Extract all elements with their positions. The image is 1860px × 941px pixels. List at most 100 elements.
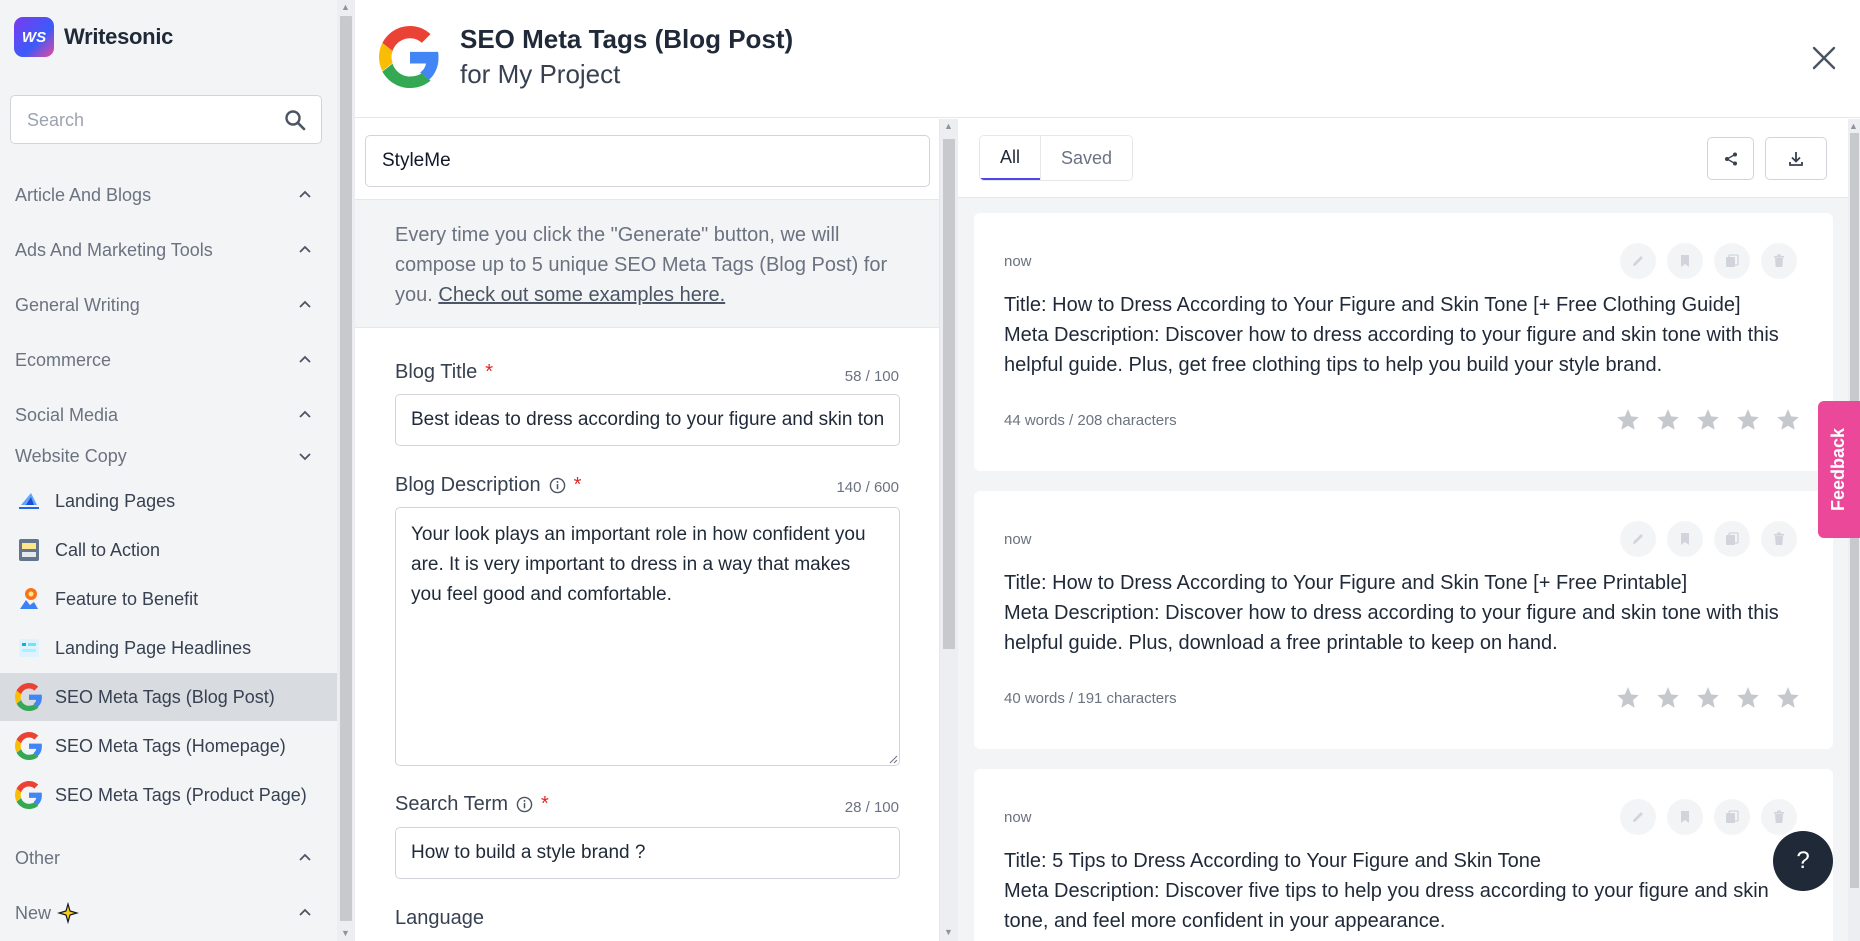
save-button[interactable] [1667, 243, 1703, 279]
category-ads-and-marketing-tools[interactable]: Ads And Marketing Tools [0, 230, 337, 270]
save-button[interactable] [1667, 799, 1703, 835]
star-icon[interactable] [1775, 685, 1801, 711]
bookmark-icon [1681, 811, 1689, 823]
sidebar-item-seo-meta-tags-product-page[interactable]: SEO Meta Tags (Product Page) [0, 771, 337, 819]
delete-button[interactable] [1761, 243, 1797, 279]
close-icon[interactable] [1810, 44, 1838, 72]
star-icon[interactable] [1655, 407, 1681, 433]
info-icon[interactable] [516, 796, 533, 813]
star-icon[interactable] [1735, 685, 1761, 711]
category-general-writing[interactable]: General Writing [0, 285, 337, 325]
delete-button[interactable] [1761, 521, 1797, 557]
star-icon[interactable] [1775, 407, 1801, 433]
app-logo[interactable]: WS Writesonic [14, 17, 173, 57]
scroll-up-arrow-icon[interactable]: ▲ [341, 2, 350, 12]
scroll-up-arrow-icon[interactable]: ▲ [944, 121, 953, 131]
star-icon[interactable] [1615, 407, 1641, 433]
sidebar-item-seo-meta-tags-homepage[interactable]: SEO Meta Tags (Homepage) [0, 722, 337, 770]
project-name-input[interactable] [365, 135, 930, 187]
form-scrollbar-thumb[interactable] [943, 139, 955, 649]
tab-saved[interactable]: Saved [1040, 136, 1133, 180]
field-label: Blog Description [395, 474, 541, 496]
results-tabs: All Saved [979, 135, 1134, 181]
star-icon[interactable] [1735, 407, 1761, 433]
scroll-down-arrow-icon[interactable]: ▼ [944, 927, 953, 937]
copy-icon [1726, 254, 1739, 267]
sparkle-icon [57, 902, 80, 924]
google-icon [15, 781, 43, 809]
save-button[interactable] [1667, 521, 1703, 557]
result-text[interactable]: Title: How to Dress According to Your Fi… [1004, 290, 1814, 380]
share-button[interactable] [1707, 137, 1754, 180]
category-other[interactable]: Other [0, 838, 337, 878]
trash-icon [1774, 254, 1784, 267]
category-social-media[interactable]: Social Media [0, 395, 337, 435]
language-label: Language [395, 907, 484, 930]
category-label: Ecommerce [15, 349, 112, 370]
copy-button[interactable] [1714, 243, 1750, 279]
landing-page-headlines-icon [15, 634, 43, 662]
field-label: Search Term [395, 793, 509, 815]
intro-text: Every time you click the "Generate" butt… [355, 199, 939, 328]
trash-icon [1774, 810, 1784, 823]
share-icon [1724, 152, 1737, 165]
blog-title-input[interactable] [395, 394, 900, 446]
edit-button[interactable] [1620, 799, 1656, 835]
star-icon[interactable] [1695, 685, 1721, 711]
category-new[interactable]: New [0, 893, 337, 933]
search-term-label: Search Term * [395, 793, 549, 816]
edit-button[interactable] [1620, 521, 1656, 557]
result-text[interactable]: Title: How to Dress According to Your Fi… [1004, 568, 1814, 658]
category-label: Ads And Marketing Tools [15, 239, 213, 260]
copy-button[interactable] [1714, 799, 1750, 835]
rating-stars [1601, 685, 1801, 711]
sidebar-scrollbar-thumb[interactable] [340, 16, 352, 921]
category-website-copy[interactable]: Website Copy [0, 436, 337, 476]
field-label: Language [395, 907, 484, 929]
scroll-up-arrow-icon[interactable]: ▲ [1849, 121, 1858, 131]
sidebar-scrollbar[interactable]: ▲ ▼ [337, 0, 355, 941]
delete-button[interactable] [1761, 799, 1797, 835]
pencil-icon [1633, 534, 1643, 544]
search-term-input[interactable] [395, 827, 900, 879]
bookmark-icon [1681, 255, 1689, 267]
sidebar-item-feature-to-benefit[interactable]: Feature to Benefit [0, 575, 337, 623]
sidebar-item-call-to-action[interactable]: Call to Action [0, 526, 337, 574]
copy-button[interactable] [1714, 521, 1750, 557]
scroll-down-arrow-icon[interactable]: ▼ [341, 928, 350, 938]
sidebar-item-landing-pages[interactable]: Landing Pages [0, 477, 337, 525]
result-stats: 40 words / 191 characters [1004, 690, 1177, 707]
result-card: now Title: How to Dress According to You… [974, 491, 1833, 749]
blog-description-textarea[interactable]: Your look plays an important role in how… [395, 507, 900, 766]
chevron-up-icon [299, 410, 311, 418]
trash-icon [1774, 532, 1784, 545]
result-actions [1609, 521, 1797, 557]
category-ecommerce[interactable]: Ecommerce [0, 340, 337, 380]
category-label: General Writing [15, 294, 140, 315]
category-article-and-blogs[interactable]: Article And Blogs [0, 175, 337, 215]
download-button[interactable] [1765, 137, 1827, 180]
form-scrollbar[interactable]: ▲ ▼ [940, 119, 958, 941]
writesonic-logo-icon: WS [14, 17, 54, 57]
result-actions [1609, 243, 1797, 279]
star-icon[interactable] [1615, 685, 1641, 711]
star-icon[interactable] [1695, 407, 1721, 433]
edit-button[interactable] [1620, 243, 1656, 279]
info-icon[interactable] [549, 477, 566, 494]
help-button[interactable]: ? [1773, 831, 1833, 891]
tab-all[interactable]: All [980, 136, 1041, 180]
examples-link[interactable]: Check out some examples here. [438, 284, 725, 306]
result-text[interactable]: Title: 5 Tips to Dress According to Your… [1004, 846, 1814, 936]
pencil-icon [1633, 256, 1643, 266]
sidebar-item-seo-meta-tags-blog-post[interactable]: SEO Meta Tags (Blog Post) [0, 673, 337, 721]
search-icon[interactable] [283, 108, 307, 132]
search-input[interactable] [27, 109, 267, 131]
resize-grip-icon[interactable] [888, 754, 898, 764]
sidebar-item-landing-page-headlines[interactable]: Landing Page Headlines [0, 624, 337, 672]
blog-title-label: Blog Title * [395, 361, 493, 384]
category-label: Website Copy [15, 445, 127, 466]
chevron-up-icon [299, 300, 311, 308]
star-icon[interactable] [1655, 685, 1681, 711]
sidebar-item-label: Landing Page Headlines [55, 637, 252, 658]
feedback-button[interactable]: Feedback [1818, 401, 1860, 538]
